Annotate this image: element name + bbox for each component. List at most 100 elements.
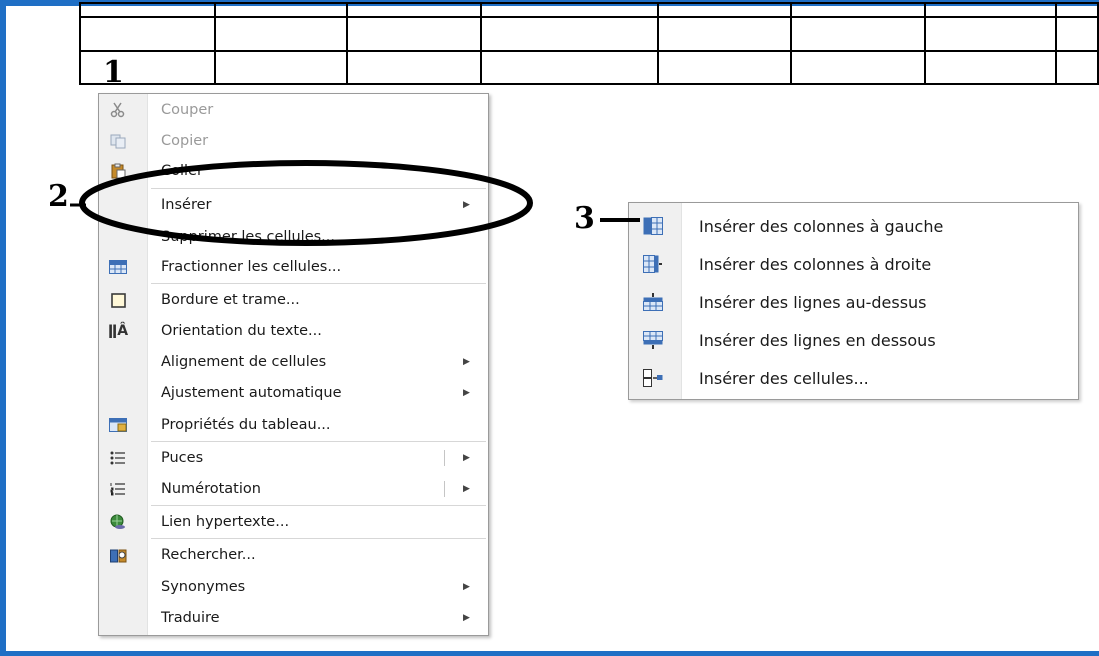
submenu-item-label: Insérer des lignes en dessous <box>699 331 936 350</box>
menu-item-label: Supprimer les cellules... <box>161 229 335 245</box>
borders-icon <box>109 291 127 309</box>
insert-columns-right-icon <box>643 255 663 273</box>
table-cell[interactable] <box>214 50 348 85</box>
submenu-item-lignes-dessous[interactable]: Insérer des lignes en dessous <box>629 321 1078 359</box>
menu-item-inserer[interactable]: Insérer ▶ <box>99 190 488 220</box>
scissors-icon <box>109 101 127 119</box>
submenu-arrow-icon: ▶ <box>463 582 470 592</box>
menu-item-fractionner[interactable]: Fractionner les cellules... <box>99 252 488 282</box>
menu-item-label: Synonymes <box>161 579 246 595</box>
table-cell[interactable] <box>345 50 482 85</box>
table-cell[interactable] <box>479 2 659 18</box>
table-cell[interactable] <box>479 50 659 85</box>
table-cell[interactable] <box>924 50 1058 85</box>
menu-item-label: Rechercher... <box>161 547 256 563</box>
table-cell[interactable] <box>78 2 217 18</box>
document-table <box>78 2 1099 85</box>
paste-icon <box>109 162 127 180</box>
menu-item-label: Numérotation <box>161 481 261 497</box>
menu-item-label: Ajustement automatique <box>161 385 342 401</box>
menu-separator <box>151 538 486 539</box>
numbering-icon <box>109 480 127 498</box>
menu-item-bordure-trame[interactable]: Bordure et trame... <box>99 285 488 315</box>
table-cell[interactable] <box>789 16 927 52</box>
table-cell[interactable] <box>479 16 659 52</box>
menu-item-puces[interactable]: Puces ▶ <box>99 443 488 473</box>
submenu-arrow-icon: ▶ <box>463 200 470 210</box>
submenu-arrow-icon[interactable]: ▶ <box>463 484 470 494</box>
menu-item-ajustement[interactable]: Ajustement automatique ▶ <box>99 378 488 408</box>
menu-separator <box>151 505 486 506</box>
table-cell[interactable] <box>924 2 1058 18</box>
menu-item-orientation[interactable]: ǁÂ Orientation du texte... <box>99 316 488 346</box>
submenu-item-label: Insérer des lignes au-dessus <box>699 293 927 312</box>
table-cell[interactable] <box>789 2 927 18</box>
menu-item-label: Lien hypertexte... <box>161 514 290 530</box>
split-button-divider <box>444 450 445 466</box>
menu-item-label: Bordure et trame... <box>161 292 300 308</box>
submenu-arrow-icon: ▶ <box>463 613 470 623</box>
submenu-item-label: Insérer des colonnes à droite <box>699 255 932 274</box>
hyperlink-icon <box>109 513 127 531</box>
research-icon <box>109 546 127 564</box>
step-marker-3: 3 <box>574 201 595 236</box>
table-cell[interactable] <box>1055 2 1099 18</box>
table-cell[interactable] <box>924 16 1058 52</box>
menu-item-couper[interactable]: Couper <box>99 95 488 125</box>
menu-item-supprimer-cellules[interactable]: Supprimer les cellules... <box>99 222 488 252</box>
menu-item-rechercher[interactable]: Rechercher... <box>99 540 488 570</box>
table-cell[interactable] <box>789 50 927 85</box>
table-cell[interactable] <box>1055 16 1099 52</box>
table-cell[interactable] <box>345 16 482 52</box>
table-cell[interactable] <box>78 16 217 52</box>
table-cell[interactable] <box>656 50 792 85</box>
table-cell[interactable] <box>656 2 792 18</box>
submenu-item-label: Insérer des cellules... <box>699 369 869 388</box>
menu-item-label: Alignement de cellules <box>161 354 327 370</box>
submenu-item-colonnes-gauche[interactable]: Insérer des colonnes à gauche <box>629 207 1078 245</box>
menu-item-coller[interactable]: Coller <box>99 156 488 186</box>
menu-item-lien-hypertexte[interactable]: Lien hypertexte... <box>99 507 488 537</box>
menu-item-numerotation[interactable]: Numérotation ▶ <box>99 474 488 504</box>
menu-item-label: Traduire <box>161 610 220 626</box>
menu-item-copier[interactable]: Copier <box>99 126 488 156</box>
table-cell[interactable] <box>656 16 792 52</box>
menu-item-alignement[interactable]: Alignement de cellules ▶ <box>99 347 488 377</box>
insert-cells-icon <box>643 369 663 387</box>
menu-separator <box>151 441 486 442</box>
table-cell[interactable] <box>214 16 348 52</box>
table-cell[interactable] <box>214 2 348 18</box>
submenu-item-label: Insérer des colonnes à gauche <box>699 217 944 236</box>
menu-item-label: Copier <box>161 133 209 149</box>
menu-item-label: Couper <box>161 102 214 118</box>
submenu-arrow-icon[interactable]: ▶ <box>463 453 470 463</box>
menu-item-synonymes[interactable]: Synonymes ▶ <box>99 572 488 602</box>
menu-item-traduire[interactable]: Traduire ▶ <box>99 603 488 633</box>
submenu-item-cellules[interactable]: Insérer des cellules... <box>629 359 1078 397</box>
insert-columns-left-icon <box>643 217 663 235</box>
split-cells-icon <box>109 258 127 276</box>
step-marker-2: 2 <box>48 179 69 214</box>
menu-item-label: Propriétés du tableau... <box>161 417 331 433</box>
submenu-item-colonnes-droite[interactable]: Insérer des colonnes à droite <box>629 245 1078 283</box>
submenu-arrow-icon: ▶ <box>463 388 470 398</box>
text-direction-icon: ǁÂ <box>107 323 129 339</box>
bullets-icon <box>109 449 127 467</box>
step-marker-1: 1 <box>103 55 124 90</box>
insert-rows-above-icon <box>643 293 663 311</box>
menu-item-label: Puces <box>161 450 204 466</box>
menu-item-label: Orientation du texte... <box>161 323 322 339</box>
table-cell[interactable] <box>1055 50 1099 85</box>
table-cell-selected[interactable] <box>78 50 217 85</box>
context-menu: Couper Copier Coller Insérer ▶ Supprimer… <box>98 93 489 636</box>
insert-submenu: Insérer des colonnes à gauche Insérer de… <box>628 202 1079 400</box>
menu-separator <box>151 188 486 189</box>
copy-icon <box>109 132 127 150</box>
table-cell[interactable] <box>345 2 482 18</box>
menu-separator <box>151 283 486 284</box>
menu-item-proprietes[interactable]: Propriétés du tableau... <box>99 410 488 440</box>
menu-item-label: Fractionner les cellules... <box>161 259 342 275</box>
submenu-item-lignes-dessus[interactable]: Insérer des lignes au-dessus <box>629 283 1078 321</box>
split-button-divider <box>444 481 445 497</box>
insert-rows-below-icon <box>643 331 663 349</box>
